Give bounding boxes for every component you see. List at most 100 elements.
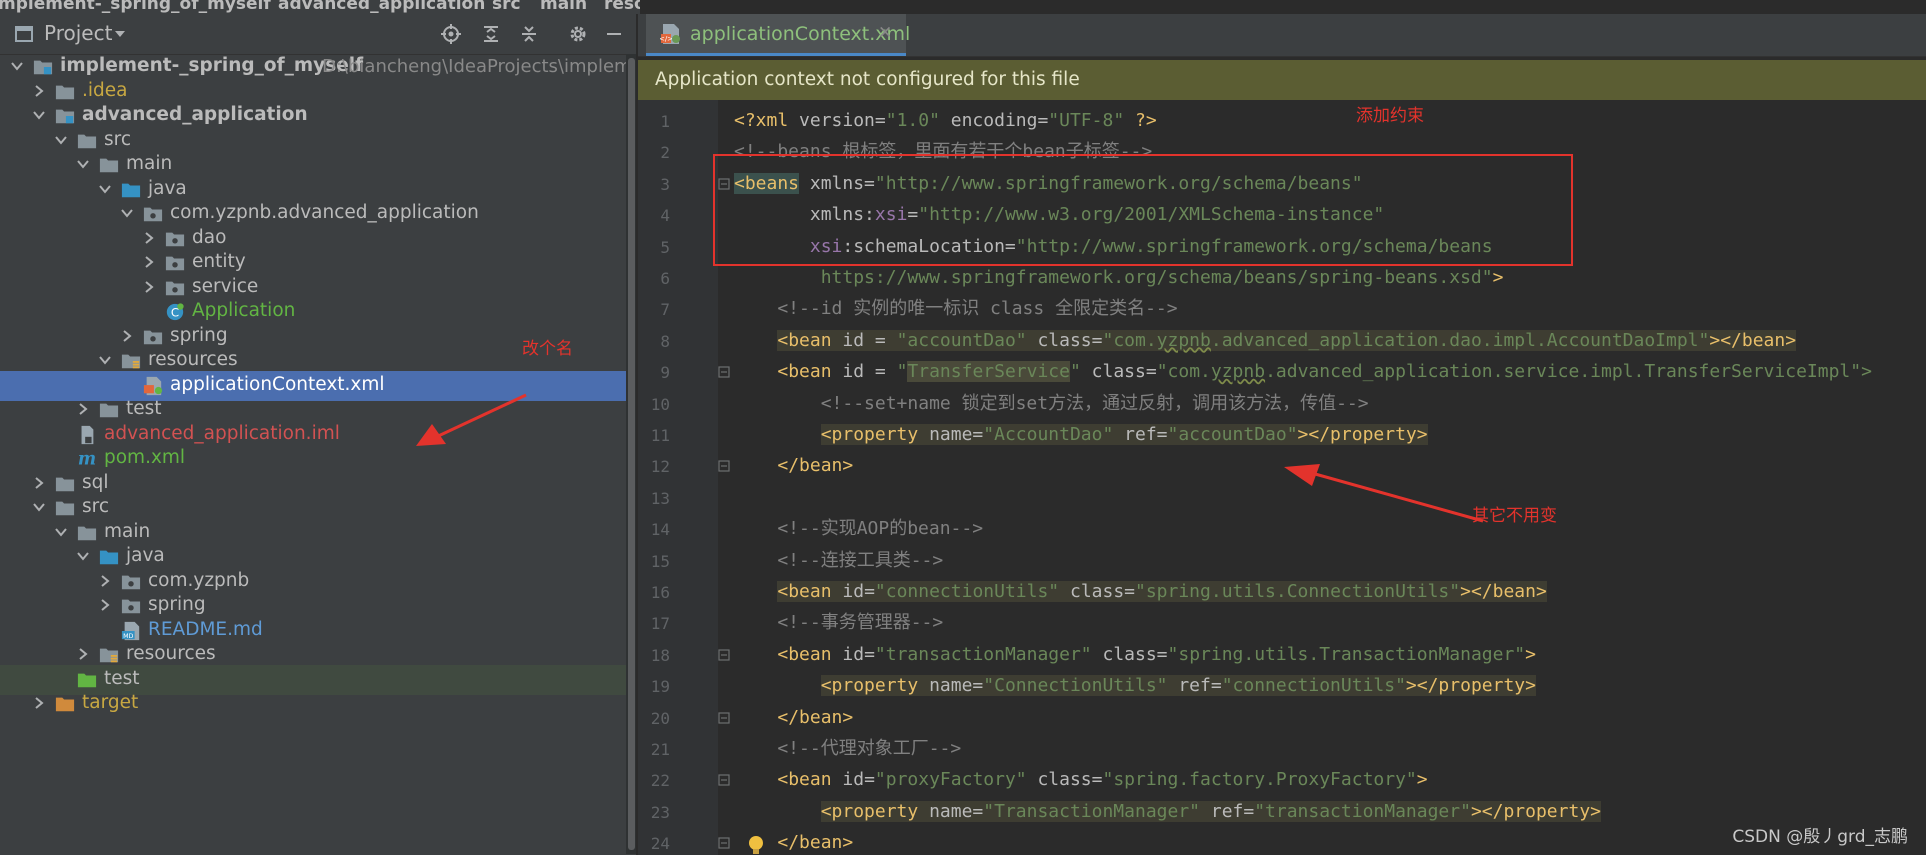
chevron-right-icon[interactable] [32, 476, 46, 490]
package-icon [143, 207, 163, 222]
chevron-down-icon[interactable] [32, 500, 46, 514]
chevron-right-icon[interactable] [142, 280, 156, 294]
code-line[interactable]: </bean> [734, 451, 853, 481]
chevron-down-icon[interactable] [54, 133, 68, 147]
code-token: <!--set+name 锁定到set方法，通过反射，调用该方法，传值--> [734, 392, 1369, 414]
code-line[interactable]: <bean id="transactionManager" class="spr… [734, 640, 1536, 670]
code-line[interactable]: <bean id = "TransferService" class="com.… [734, 357, 1872, 387]
tree-item[interactable]: target [0, 689, 636, 719]
chevron-down-icon[interactable] [98, 182, 112, 196]
fold-icon[interactable] [717, 365, 731, 379]
chevron-down-icon[interactable] [54, 525, 68, 539]
test-folder-icon [77, 673, 97, 687]
code-token: ></property> [1470, 800, 1601, 822]
annotation-arrow [1284, 464, 1484, 523]
chevron-right-icon[interactable] [32, 696, 46, 710]
code-line[interactable]: <!--连接工具类--> [734, 546, 943, 576]
chevron-right-icon[interactable] [142, 231, 156, 245]
module-folder-icon [55, 109, 75, 124]
line-number: 9 [660, 363, 670, 383]
collapse-all-icon[interactable] [519, 24, 539, 44]
chevron-down-icon[interactable] [120, 206, 134, 220]
chevron-down-icon[interactable] [76, 549, 90, 563]
editor-tab-bar: </> applicationContext.xml ✕ [638, 14, 1926, 57]
panel-title[interactable]: Project [44, 21, 112, 45]
code-token: <bean [777, 329, 843, 351]
line-highlight: <property name="AccountDao" ref="account… [820, 424, 1428, 445]
svg-text:</>: </> [660, 35, 673, 43]
package-icon [143, 330, 163, 344]
code-line[interactable]: <!--事务管理器--> [734, 608, 943, 638]
gear-icon[interactable] [568, 24, 588, 44]
breadcrumb-item[interactable]: resources [604, 0, 640, 14]
breadcrumb-item[interactable]: mplement-_spring_of_myself [0, 0, 271, 14]
chevron-right-icon[interactable] [76, 402, 90, 416]
fold-icon[interactable] [717, 773, 731, 787]
code-line[interactable]: <bean id="proxyFactory" class="spring.fa… [734, 765, 1428, 795]
markdown-icon: MD [121, 621, 140, 640]
code-line[interactable]: <!--id 实例的唯一标识 class 全限定类名--> [734, 294, 1177, 324]
line-number: 18 [650, 645, 670, 665]
code-line[interactable]: <?xml version="1.0" encoding="UTF-8" ?> [734, 106, 1157, 136]
line-number: 23 [650, 802, 670, 822]
code-token: class= [1026, 329, 1103, 351]
tree-item-label: resources [126, 643, 216, 664]
folder-icon [77, 526, 97, 540]
breadcrumb-item[interactable]: advanced_application [278, 0, 485, 14]
chevron-right-icon[interactable] [98, 574, 112, 588]
code-line[interactable]: https://www.springframework.org/schema/b… [734, 263, 1504, 293]
code-token: id= [842, 581, 875, 602]
chevron-right-icon[interactable] [142, 255, 156, 269]
chevron-right-icon[interactable] [120, 329, 134, 343]
code-token: <!--事务管理器--> [734, 612, 944, 634]
chevron-down-icon[interactable] [32, 108, 46, 122]
fold-icon[interactable] [717, 648, 731, 662]
chevron-down-icon[interactable] [113, 27, 127, 41]
module-folder-icon [33, 60, 53, 75]
code-token: "AccountDao" [983, 424, 1114, 445]
chevron-down-icon[interactable] [10, 59, 24, 73]
code-line[interactable]: <!--代理对象工厂--> [734, 734, 961, 764]
tab-applicationcontext-xml[interactable]: </> applicationContext.xml ✕ [646, 14, 910, 56]
code-line[interactable]: <property name="AccountDao" ref="account… [734, 420, 1428, 450]
line-number: 5 [660, 237, 670, 257]
lightbulb-icon[interactable] [746, 834, 766, 855]
tree-item-label: com.yzpnb.advanced_application [170, 202, 479, 223]
code-token: > [1416, 769, 1428, 791]
fold-icon[interactable] [717, 459, 731, 473]
code-token: <bean [777, 643, 843, 665]
package-icon [165, 281, 185, 295]
code-line[interactable]: <!--实现AOP的bean--> [734, 514, 983, 544]
chevron-down-icon[interactable] [76, 157, 90, 171]
chevron-right-icon[interactable] [32, 84, 46, 98]
chevron-right-icon[interactable] [76, 647, 90, 661]
code-line[interactable]: <property name="ConnectionUtils" ref="co… [734, 671, 1536, 701]
close-icon[interactable]: ✕ [878, 23, 892, 43]
breadcrumb-item[interactable]: src [492, 0, 521, 14]
code-line[interactable]: <bean id = "accountDao" class="com.yzpnb… [734, 326, 1797, 356]
chevron-right-icon[interactable] [98, 598, 112, 612]
code-line[interactable]: <!--set+name 锁定到set方法，通过反射，调用该方法，传值--> [734, 389, 1369, 419]
code-token: class= [1026, 769, 1103, 791]
folder-icon [55, 501, 75, 516]
code-token: <!--实现AOP的bean--> [734, 518, 984, 540]
fold-icon[interactable] [717, 711, 731, 725]
code-line[interactable]: </bean> [734, 703, 853, 733]
tree-item-label: implement-_spring_of_myself [60, 55, 364, 76]
locate-file-icon[interactable] [441, 24, 461, 44]
fold-icon[interactable] [717, 836, 731, 850]
fold-icon[interactable] [717, 177, 731, 191]
code-token: class= [1091, 643, 1168, 665]
scrollbar-thumb[interactable] [628, 58, 635, 850]
breadcrumb-item[interactable]: main [540, 0, 587, 14]
expand-all-icon[interactable] [481, 24, 501, 44]
code-line[interactable]: <property name="TransactionManager" ref=… [734, 797, 1601, 827]
minimize-icon[interactable] [604, 24, 624, 44]
line-number: 14 [650, 520, 670, 540]
chevron-down-icon[interactable] [98, 353, 112, 367]
code-line[interactable]: <bean id="connectionUtils" class="spring… [734, 577, 1547, 607]
